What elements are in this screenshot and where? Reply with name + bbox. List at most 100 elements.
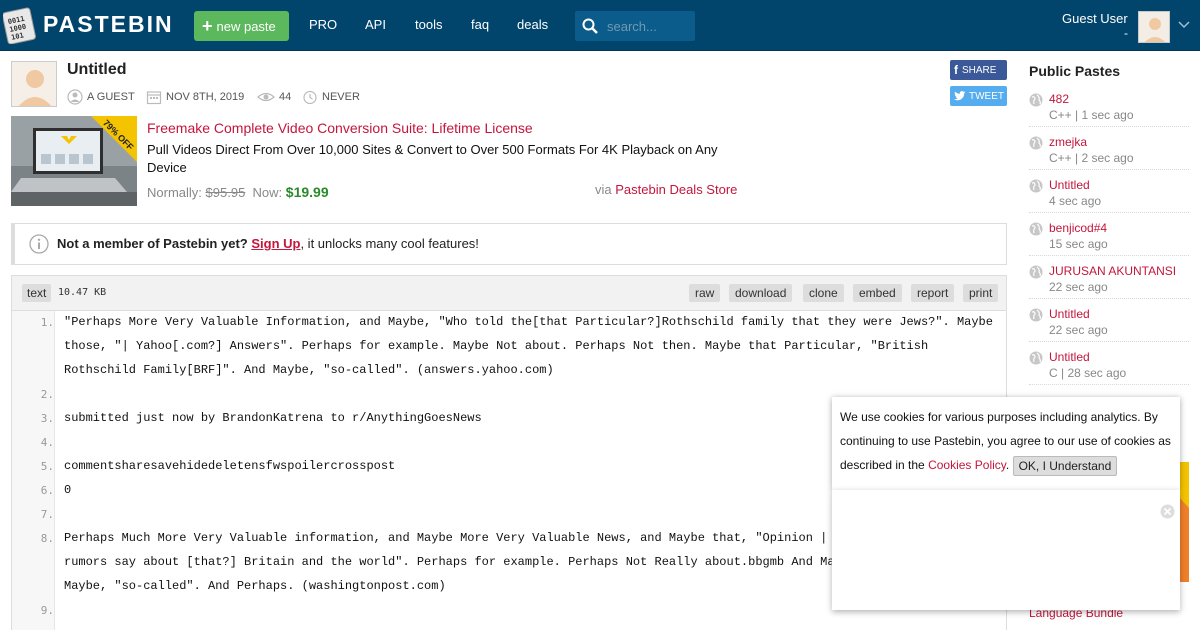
calendar-icon [146, 91, 162, 105]
logo-text[interactable]: PASTEBIN [43, 11, 174, 38]
paste-expire-value: NEVER [322, 91, 360, 103]
syntax-tag[interactable]: text [22, 284, 52, 302]
raw-button[interactable]: raw [689, 284, 721, 302]
search-icon[interactable] [582, 18, 598, 34]
public-paste-name[interactable]: Untitled [1049, 178, 1090, 192]
user-avatar-icon [12, 62, 56, 106]
deal-now-label: Now: [252, 185, 283, 200]
line-number: 7. [40, 508, 54, 521]
user-avatar[interactable] [1138, 11, 1170, 43]
deal-new-price: $19.99 [285, 184, 329, 200]
nav-pro[interactable]: PRO [309, 17, 337, 32]
notice-rest: , it unlocks many cool features! [300, 236, 479, 251]
chevron-down-icon[interactable] [1178, 20, 1190, 30]
nav-faq[interactable]: faq [471, 17, 489, 32]
public-paste-item[interactable]: JURUSAN AKUNTANSI 22 sec ago [1029, 256, 1189, 299]
public-paste-item[interactable]: benjicod#4 15 sec ago [1029, 213, 1189, 256]
globe-icon [1029, 179, 1043, 193]
cookie-consent-popup: We use cookies for various purposes incl… [832, 397, 1180, 490]
paste-author-avatar [11, 61, 57, 107]
signup-link[interactable]: Sign Up [251, 236, 300, 251]
report-button[interactable]: report [911, 284, 955, 302]
user-avatar-icon [1139, 12, 1169, 42]
cookie-text: We use cookies for various purposes incl… [840, 405, 1174, 477]
line-number: 2. [40, 388, 54, 401]
public-paste-name[interactable]: 482 [1049, 92, 1069, 106]
cookie-ok-button[interactable]: OK, I Understand [1012, 455, 1118, 476]
cookies-policy-link[interactable]: Cookies Policy [928, 458, 1006, 472]
file-size: 10.47 KB [58, 287, 107, 298]
deal-via-label: via [595, 182, 612, 197]
new-paste-button[interactable]: + new paste [194, 11, 289, 41]
line-number: 6. [40, 484, 54, 497]
tweet-label: TWEET [969, 90, 1004, 102]
public-paste-meta: 4 sec ago [1049, 194, 1102, 208]
close-icon[interactable] [1160, 504, 1175, 519]
public-paste-name[interactable]: JURUSAN AKUNTANSI [1049, 264, 1176, 278]
download-button[interactable]: download [729, 284, 793, 302]
print-button[interactable]: print [963, 284, 999, 302]
deal-old-price: $95.95 [205, 185, 246, 200]
search-box [575, 11, 695, 41]
facebook-icon: f [954, 63, 958, 77]
public-paste-name[interactable]: Untitled [1049, 350, 1090, 364]
public-paste-meta: C++ | 1 sec ago [1049, 108, 1134, 122]
paste-date: NOV 8TH, 2019 [146, 88, 244, 106]
deal-title-link[interactable]: Freemake Complete Video Conversion Suite… [147, 120, 533, 136]
ad-overlay-panel [832, 490, 1180, 610]
nav-tools[interactable]: tools [415, 17, 442, 32]
globe-icon [1029, 351, 1043, 365]
public-paste-item[interactable]: 482 C++ | 1 sec ago [1029, 84, 1189, 127]
line-number: 4. [40, 436, 54, 449]
nav-api[interactable]: API [365, 17, 386, 32]
info-icon [29, 234, 49, 254]
deal-store-link[interactable]: Pastebin Deals Store [615, 182, 737, 197]
globe-icon [1029, 265, 1043, 279]
deal-price: Normally: $95.95 Now: $19.99 [147, 184, 329, 200]
public-paste-item[interactable]: zmejka C++ | 2 sec ago [1029, 127, 1189, 170]
twitter-icon [954, 91, 966, 101]
deal-image[interactable]: 79% OFF [11, 116, 137, 206]
paste-date-value: NOV 8TH, 2019 [166, 91, 245, 103]
code-toolbar: text 10.47 KB raw download clone embed r… [11, 275, 1007, 311]
public-paste-item[interactable]: Untitled C | 28 sec ago [1029, 342, 1189, 385]
twitter-tweet-button[interactable]: TWEET [950, 86, 1007, 106]
notice-lead: Not a member of Pastebin yet? [57, 236, 248, 251]
cookie-message: We use cookies for various purposes incl… [840, 410, 1171, 472]
embed-button[interactable]: embed [853, 284, 902, 302]
line-number: 1. [40, 316, 54, 329]
clone-button[interactable]: clone [803, 284, 844, 302]
paste-expire: NEVER [302, 88, 360, 106]
deal-normally-label: Normally: [147, 185, 202, 200]
public-paste-item[interactable]: Untitled 22 sec ago [1029, 299, 1189, 342]
user-name[interactable]: Guest User [1062, 11, 1128, 26]
public-paste-meta: 22 sec ago [1049, 280, 1108, 294]
search-input[interactable] [607, 17, 691, 35]
pastebin-logo-icon[interactable]: 0011 1000 101 [2, 4, 38, 45]
public-paste-name[interactable]: zmejka [1049, 135, 1087, 149]
paste-title: Untitled [67, 61, 127, 78]
clock-icon [303, 90, 317, 105]
signup-notice: Not a member of Pastebin yet? Sign Up, i… [11, 223, 1007, 265]
line-number: 9. [40, 604, 54, 617]
new-paste-label: new paste [216, 18, 276, 34]
paste-author[interactable]: A GUEST [67, 88, 135, 106]
nav-deals[interactable]: deals [517, 17, 548, 32]
paste-author-name: A GUEST [87, 91, 135, 103]
public-paste-meta: C++ | 2 sec ago [1049, 151, 1134, 165]
public-pastes-title: Public Pastes [1029, 63, 1121, 79]
globe-icon [1029, 93, 1043, 107]
public-paste-meta: 22 sec ago [1049, 323, 1108, 337]
public-paste-name[interactable]: Untitled [1049, 307, 1090, 321]
globe-icon [1029, 308, 1043, 322]
public-paste-item[interactable]: Untitled 4 sec ago [1029, 170, 1189, 213]
facebook-share-button[interactable]: f SHARE [950, 60, 1007, 80]
public-paste-meta: C | 28 sec ago [1049, 366, 1127, 380]
user-sub: - [1124, 26, 1128, 40]
line-number: 3. [40, 412, 54, 425]
user-icon [67, 89, 83, 105]
deal-via: via Pastebin Deals Store [595, 182, 737, 197]
eye-icon [257, 92, 275, 102]
top-header: 0011 1000 101 PASTEBIN + new paste PRO A… [0, 0, 1200, 51]
public-paste-name[interactable]: benjicod#4 [1049, 221, 1107, 235]
